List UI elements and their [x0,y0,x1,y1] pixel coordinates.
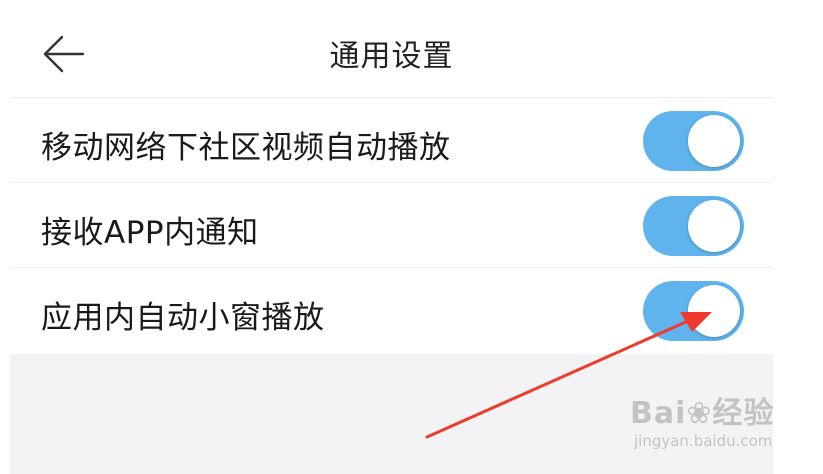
toggle-switch-community-video-autoplay[interactable] [643,111,744,171]
toggle-knob [688,285,740,337]
toggle-knob [688,200,740,252]
setting-row-mini-window-autoplay: 应用内自动小窗播放 [10,268,773,353]
settings-panel: 通用设置 移动网络下社区视频自动播放 接收APP内通知 应用内自动小窗播放 [10,0,773,474]
page-title: 通用设置 [329,39,454,74]
toggle-switch-app-notifications[interactable] [643,196,744,256]
header-bar: 通用设置 [10,0,773,98]
empty-gray-area [10,354,773,474]
toggle-knob [688,115,740,167]
toggle-switch-mini-window-autoplay[interactable] [643,281,744,341]
setting-label: 接收APP内通知 [41,215,259,251]
setting-row-app-notifications: 接收APP内通知 [10,183,773,268]
setting-label: 移动网络下社区视频自动播放 [41,130,451,166]
screen: 通用设置 移动网络下社区视频自动播放 接收APP内通知 应用内自动小窗播放 Ba… [0,0,823,474]
setting-label: 应用内自动小窗播放 [41,300,325,336]
setting-row-community-video-autoplay: 移动网络下社区视频自动播放 [10,98,773,183]
